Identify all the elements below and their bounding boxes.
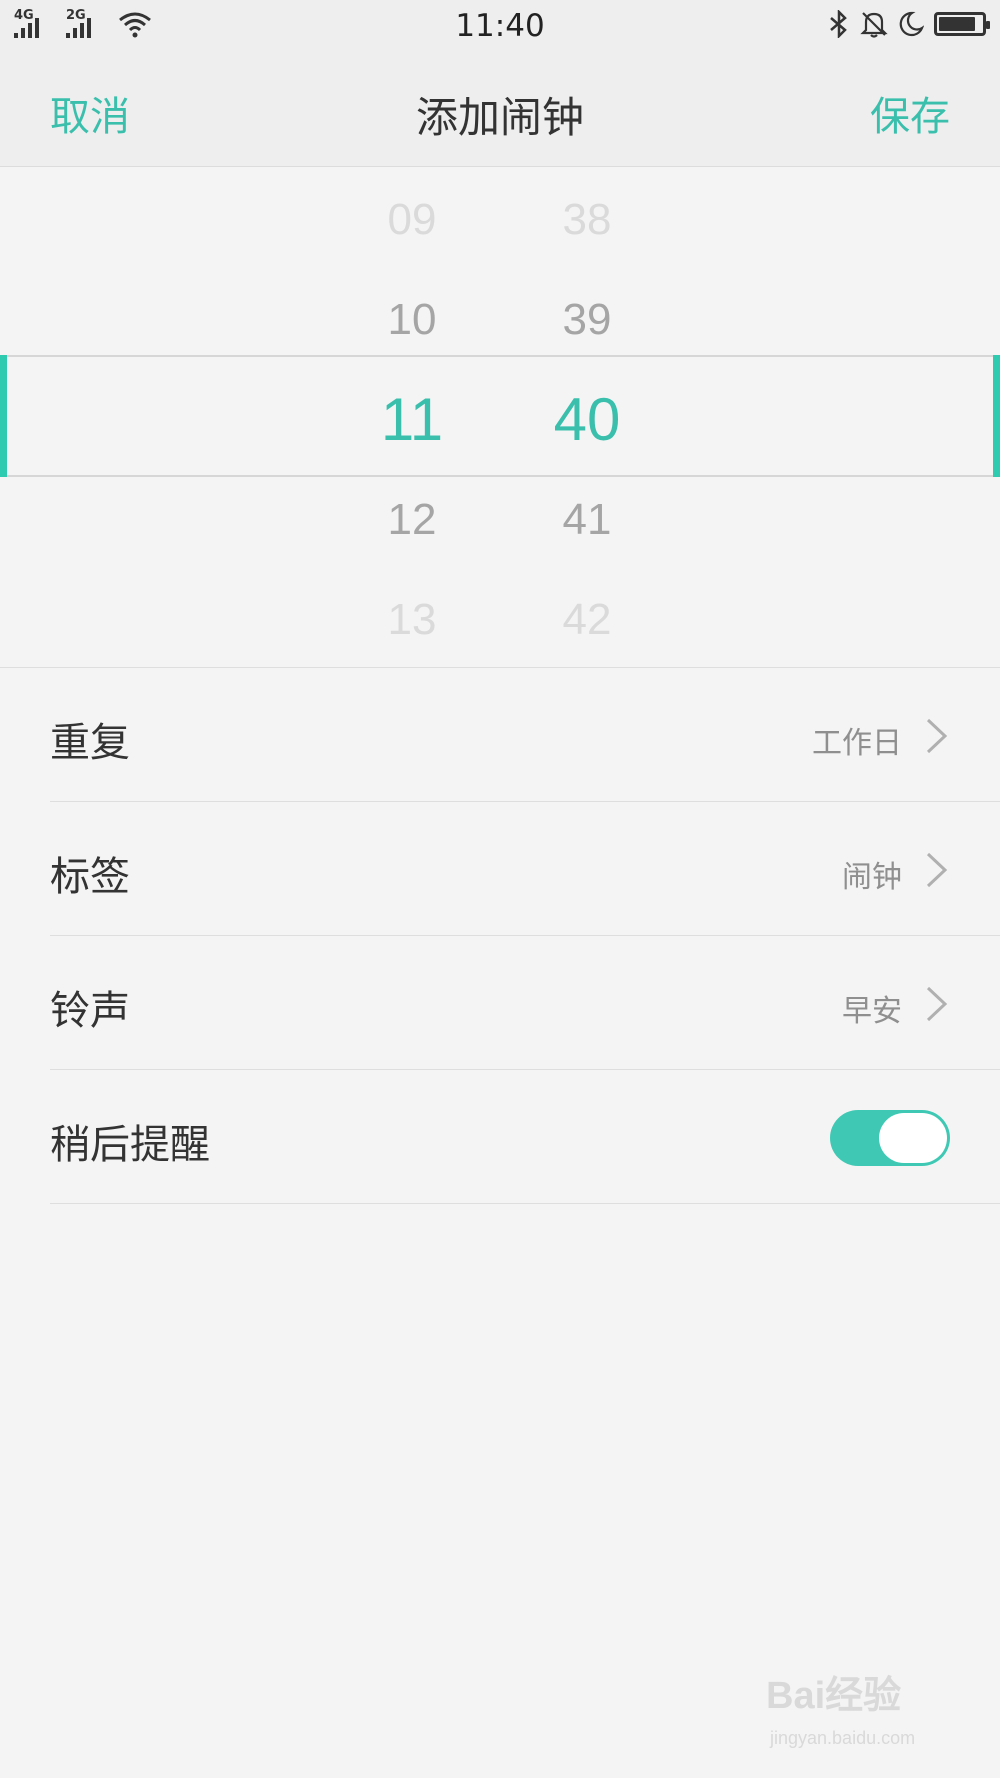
snooze-toggle[interactable] xyxy=(830,1110,950,1166)
tag-label: 标签 xyxy=(50,854,130,900)
cancel-button[interactable]: 取消 xyxy=(50,84,130,142)
battery-level xyxy=(939,17,975,31)
ringtone-row[interactable]: 铃声 早安 xyxy=(0,936,1000,1070)
minute-option[interactable]: 42 xyxy=(517,595,657,645)
chevron-right-icon xyxy=(926,986,948,1022)
battery-icon xyxy=(934,12,990,36)
watermark: Bai经验 jingyan.baidu.com xyxy=(766,1664,966,1764)
tag-value: 闹钟 xyxy=(842,860,902,895)
watermark-url: jingyan.baidu.com xyxy=(770,1728,916,1748)
moon-icon xyxy=(899,11,924,37)
chevron-right-icon xyxy=(926,852,948,888)
watermark-logo: Bai经验 xyxy=(766,1675,902,1717)
minute-option[interactable]: 41 xyxy=(517,495,657,545)
save-button[interactable]: 保存 xyxy=(870,84,950,142)
page-title: 添加闹钟 xyxy=(415,93,584,142)
repeat-row[interactable]: 重复 工作日 xyxy=(0,668,1000,802)
chevron-right-icon xyxy=(926,718,948,754)
row-divider xyxy=(50,1203,1000,1204)
hour-wheel[interactable]: 09 10 11 12 13 xyxy=(342,167,482,667)
selection-accent-right xyxy=(993,355,1000,477)
hour-option[interactable]: 10 xyxy=(342,295,482,345)
ringtone-label: 铃声 xyxy=(50,988,130,1034)
nav-bar: 取消 添加闹钟 保存 xyxy=(0,56,1000,167)
minute-wheel[interactable]: 38 39 40 41 42 xyxy=(517,167,657,667)
status-right xyxy=(828,10,990,38)
hour-selected[interactable]: 11 xyxy=(342,385,482,454)
ringtone-value: 早安 xyxy=(842,994,902,1029)
time-picker[interactable]: 09 10 11 12 13 38 39 40 41 42 xyxy=(0,167,1000,667)
minute-selected[interactable]: 40 xyxy=(517,385,657,454)
label-row[interactable]: 标签 闹钟 xyxy=(0,802,1000,936)
bell-off-icon xyxy=(860,12,888,38)
toggle-knob xyxy=(879,1113,947,1163)
bluetooth-icon xyxy=(830,10,847,38)
repeat-value: 工作日 xyxy=(812,726,902,761)
picker-selection-band xyxy=(0,355,1000,477)
minute-option[interactable]: 39 xyxy=(517,295,657,345)
selection-accent-left xyxy=(0,355,7,477)
hour-option[interactable]: 13 xyxy=(342,595,482,645)
repeat-label: 重复 xyxy=(50,720,130,766)
minute-option[interactable]: 38 xyxy=(517,195,657,245)
snooze-row: 稍后提醒 xyxy=(0,1070,1000,1204)
status-bar: 4G 2G 11:40 xyxy=(0,0,1000,56)
hour-option[interactable]: 12 xyxy=(342,495,482,545)
snooze-label: 稍后提醒 xyxy=(50,1122,210,1168)
hour-option[interactable]: 09 xyxy=(342,195,482,245)
